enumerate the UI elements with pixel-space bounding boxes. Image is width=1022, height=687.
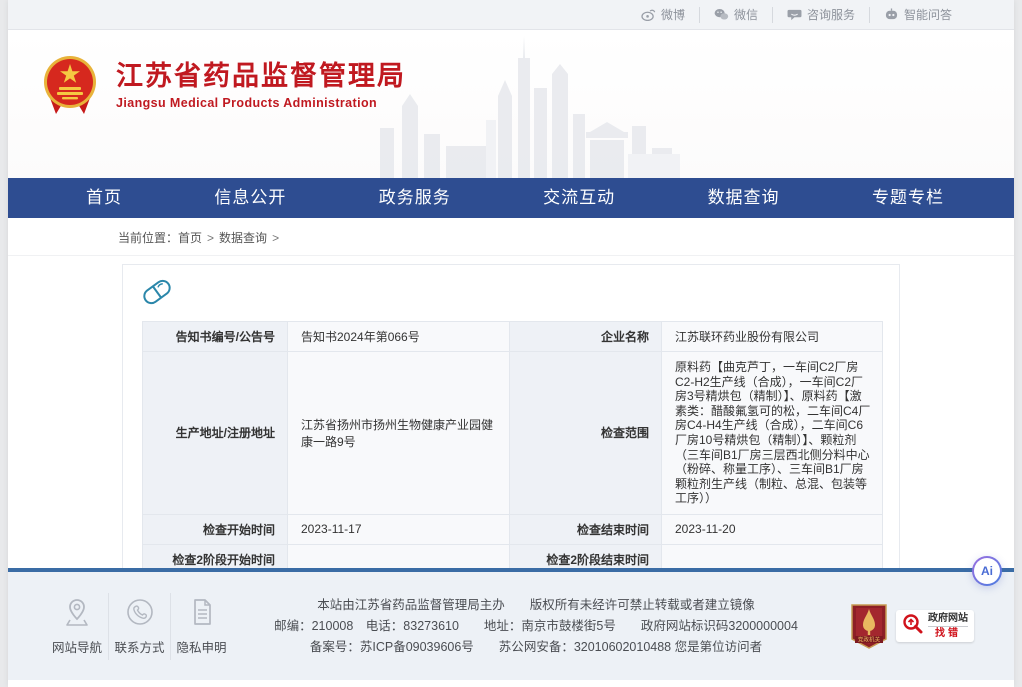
brand-text: 江苏省药品监督管理局 Jiangsu Medical Products Admi…: [116, 60, 406, 111]
nav-item-gov-services[interactable]: 政务服务: [379, 178, 451, 218]
footer-privacy-link[interactable]: 隐私申明: [170, 593, 232, 660]
notice-no-label: 告知书编号/公告号: [143, 322, 288, 352]
scope-label: 检查范围: [510, 352, 662, 515]
national-emblem-logo: [42, 54, 98, 116]
robot-icon: [884, 8, 899, 21]
footer-line-host: 本站由江苏省药品监督管理局主办 版权所有未经许可禁止转载或者建立镜像: [232, 595, 840, 616]
party-gov-badge[interactable]: 党政机关: [850, 603, 888, 649]
topbar-consult-link[interactable]: 咨询服务: [772, 7, 869, 23]
site-subtitle: Jiangsu Medical Products Administration: [116, 96, 406, 110]
brand-block[interactable]: 江苏省药品监督管理局 Jiangsu Medical Products Admi…: [42, 54, 406, 116]
notice-no-value: 告知书2024年第066号: [288, 322, 510, 352]
nav-item-interaction[interactable]: 交流互动: [543, 178, 615, 218]
topbar-wechat-label: 微信: [734, 6, 758, 23]
footer-sitemap-label: 网站导航: [52, 637, 102, 656]
footer-links: 网站导航 联系方式 隐私申明: [46, 593, 232, 660]
nav-item-info-disclosure[interactable]: 信息公开: [214, 178, 286, 218]
gov-site-error-report-badge[interactable]: 政府网站 找错: [896, 610, 974, 642]
table-row: 检查开始时间 2023-11-17 检查结束时间 2023-11-20: [143, 514, 883, 544]
footer-contact-link[interactable]: 联系方式: [108, 593, 170, 660]
table-row: 告知书编号/公告号 告知书2024年第066号 企业名称 江苏联环药业股份有限公…: [143, 322, 883, 352]
top-utility-bar: 微博 微信 咨询服务 智能问答: [8, 0, 1014, 30]
nav-item-home[interactable]: 首页: [86, 178, 122, 218]
footer-line-contact: 邮编：210008 电话：83273610 地址：南京市鼓楼街5号 政府网站标识…: [232, 616, 840, 637]
weibo-icon: [641, 8, 656, 21]
map-pin-icon: [63, 597, 91, 630]
company-value: 江苏联环药业股份有限公司: [662, 322, 883, 352]
company-label: 企业名称: [510, 322, 662, 352]
topbar-consult-label: 咨询服务: [807, 6, 855, 23]
main-nav: 首页 信息公开 政务服务 交流互动 数据查询 专题专栏: [8, 178, 1014, 218]
footer: Ai 网站导航 联系方式 隐私申明 本站由江苏省药品监督管理局主办 版权所有未经…: [8, 568, 1014, 680]
footer-badges: 党政机关 政府网站 找错: [850, 603, 974, 649]
table-row: 生产地址/注册地址 江苏省扬州市扬州生物健康产业园健康一路9号 检查范围 原料药…: [143, 352, 883, 515]
nav-item-special-topics[interactable]: 专题专栏: [872, 178, 944, 218]
address-value: 江苏省扬州市扬州生物健康产业园健康一路9号: [288, 352, 510, 515]
footer-sitemap-link[interactable]: 网站导航: [46, 593, 108, 660]
phone-icon: [126, 597, 154, 630]
footer-line-icp: 备案号：苏ICP备09039606号 苏公网安备：32010602010488 …: [232, 637, 840, 658]
breadcrumb-prefix: 当前位置：: [118, 231, 178, 245]
wechat-icon: [714, 8, 729, 21]
scope-value: 原料药【曲克芦丁，一车间C2厂房C2-H2生产线（合成），一车间C2厂房3号精烘…: [662, 352, 883, 515]
end-date-value: 2023-11-20: [662, 514, 883, 544]
city-skyline-graphic: [380, 36, 680, 178]
nav-item-data-query[interactable]: 数据查询: [708, 178, 780, 218]
breadcrumb-home-link[interactable]: 首页: [178, 231, 202, 245]
page: 微博 微信 咨询服务 智能问答: [8, 0, 1014, 687]
start-date-value: 2023-11-17: [288, 514, 510, 544]
topbar-qa-link[interactable]: 智能问答: [869, 7, 966, 23]
breadcrumb-data-query-link[interactable]: 数据查询: [219, 231, 267, 245]
party-gov-badge-text: 党政机关: [858, 636, 881, 644]
gov-site-error-report-text: 政府网站 找错: [928, 613, 968, 640]
breadcrumb: 当前位置：首页>数据查询>: [8, 218, 1014, 256]
chat-icon: [787, 8, 802, 21]
address-label: 生产地址/注册地址: [143, 352, 288, 515]
footer-contact-label: 联系方式: [114, 637, 164, 656]
site-title: 江苏省药品监督管理局: [116, 60, 406, 94]
site-banner: 江苏省药品监督管理局 Jiangsu Medical Products Admi…: [8, 30, 1014, 178]
end-date-label: 检查结束时间: [510, 514, 662, 544]
topbar-weibo-label: 微博: [661, 6, 685, 23]
topbar-weibo-link[interactable]: 微博: [627, 7, 699, 23]
footer-privacy-label: 隐私申明: [176, 637, 226, 656]
start-date-label: 检查开始时间: [143, 514, 288, 544]
topbar-qa-label: 智能问答: [904, 6, 952, 23]
footer-info-text: 本站由江苏省药品监督管理局主办 版权所有未经许可禁止转载或者建立镜像 邮编：21…: [232, 595, 850, 658]
pill-capsule-icon: [142, 279, 172, 311]
ai-assistant-button[interactable]: Ai: [972, 556, 1002, 586]
magnifier-icon: [900, 612, 924, 641]
topbar-wechat-link[interactable]: 微信: [699, 7, 772, 23]
document-icon: [188, 597, 216, 630]
